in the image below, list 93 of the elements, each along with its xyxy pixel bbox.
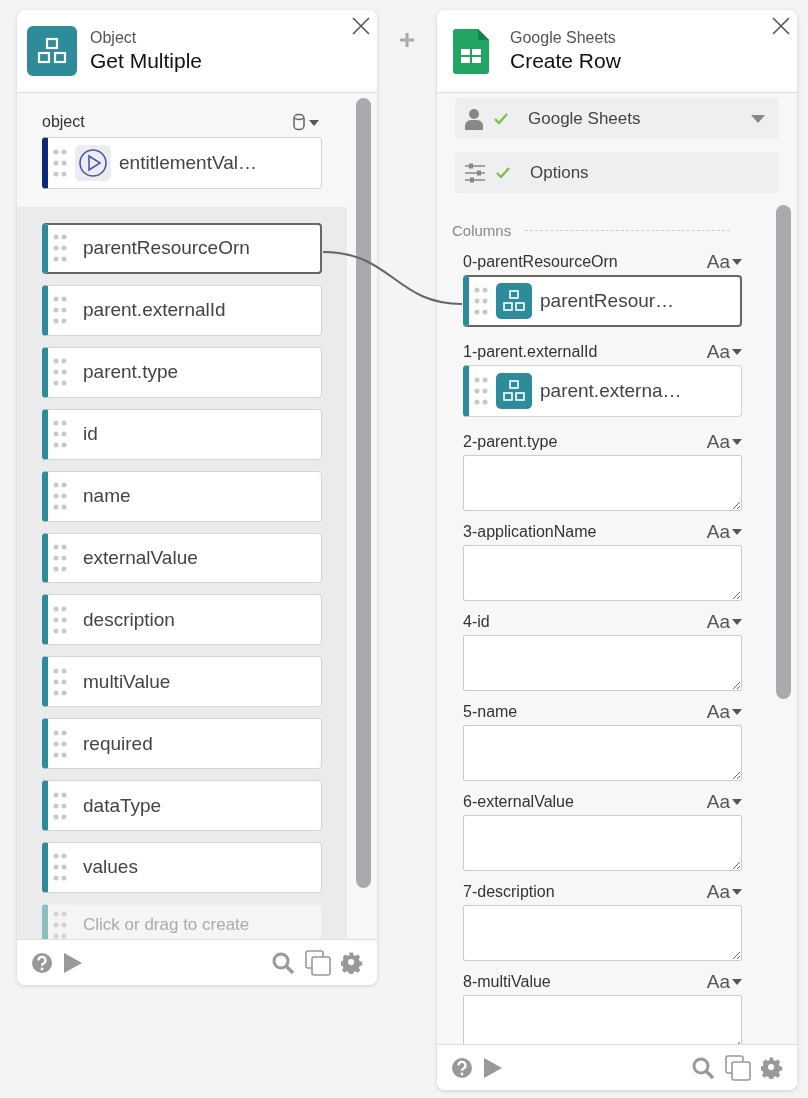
drag-handle-icon[interactable] (53, 295, 67, 326)
text-field[interactable] (463, 545, 742, 601)
output-field[interactable]: name (42, 470, 322, 522)
account-dropdown[interactable]: Google Sheets (455, 98, 779, 139)
output-field[interactable]: dataType (42, 780, 322, 831)
column-label: 2-parent.type (463, 433, 558, 451)
drag-handle-icon[interactable] (53, 357, 67, 388)
column-label: 4-id (463, 613, 490, 631)
drag-handle-icon[interactable] (53, 910, 67, 939)
database-dropdown-icon[interactable] (292, 113, 322, 131)
caret-icon (732, 799, 742, 805)
options-row[interactable]: Options (455, 152, 779, 193)
text-field[interactable] (463, 815, 742, 871)
column-label: 1-parent.externalId (463, 343, 598, 361)
text-field[interactable] (463, 995, 742, 1044)
step-title: Create Row (510, 49, 621, 73)
settings-icon[interactable] (341, 951, 363, 974)
column-label: 5-name (463, 703, 518, 721)
object-input-field[interactable]: entitlementVal… (42, 137, 322, 189)
output-field[interactable]: description (42, 594, 322, 646)
object-icon (496, 283, 532, 319)
output-field[interactable]: id (42, 408, 322, 460)
search-icon[interactable] (691, 1055, 715, 1080)
scrollbar[interactable] (356, 98, 371, 888)
help-icon[interactable] (31, 951, 53, 974)
column-label: 3-applicationName (463, 523, 597, 541)
play-icon[interactable] (483, 1056, 503, 1079)
type-dropdown[interactable]: Aa (706, 341, 742, 363)
caret-icon (732, 349, 742, 355)
caret-icon (732, 709, 742, 715)
caret-icon (732, 889, 742, 895)
text-field[interactable] (463, 725, 742, 781)
text-field[interactable] (463, 455, 742, 511)
output-field[interactable]: multiValue (42, 656, 322, 708)
step-category: Object (90, 29, 138, 47)
output-field[interactable]: parent.externalId (42, 284, 322, 336)
drag-handle-icon[interactable] (53, 481, 67, 512)
sliders-icon (464, 162, 486, 183)
type-dropdown[interactable]: Aa (706, 431, 742, 453)
text-field[interactable] (463, 635, 742, 691)
mapped-value-field[interactable]: parentResour… (463, 275, 742, 327)
drag-handle-icon[interactable] (474, 286, 488, 316)
close-icon[interactable] (352, 17, 370, 35)
search-icon[interactable] (271, 950, 295, 975)
settings-icon[interactable] (761, 1056, 783, 1079)
drag-handle-icon[interactable] (53, 148, 67, 178)
copy-icon[interactable] (305, 949, 331, 976)
drag-handle-icon[interactable] (53, 790, 67, 821)
type-dropdown[interactable]: Aa (706, 701, 742, 723)
output-field[interactable]: parentResourceOrn (42, 223, 322, 274)
mapped-value-field[interactable]: parent.externa… (463, 365, 742, 417)
scrollbar[interactable] (776, 205, 791, 699)
column-label: 0-parentResourceOrn (463, 253, 618, 271)
column-label: 7-description (463, 883, 555, 901)
caret-icon (732, 979, 742, 985)
caret-icon (732, 619, 742, 625)
text-field[interactable] (463, 905, 742, 961)
plus-icon[interactable] (399, 32, 415, 48)
field-label: object (42, 113, 85, 131)
column-label: 8-multiValue (463, 973, 551, 991)
drag-handle-icon[interactable] (53, 666, 67, 697)
caret-icon (732, 259, 742, 265)
type-dropdown[interactable]: Aa (706, 881, 742, 903)
type-dropdown[interactable]: Aa (706, 611, 742, 633)
user-icon (464, 107, 484, 130)
drag-handle-icon[interactable] (53, 728, 67, 759)
caret-icon (751, 114, 765, 123)
column-label: 6-externalValue (463, 793, 574, 811)
type-dropdown[interactable]: Aa (706, 791, 742, 813)
play-icon[interactable] (63, 951, 83, 974)
output-field[interactable]: parent.type (42, 346, 322, 398)
drag-handle-icon[interactable] (474, 376, 488, 406)
output-field[interactable]: required (42, 718, 322, 770)
close-icon[interactable] (772, 17, 790, 35)
drag-handle-icon[interactable] (53, 542, 67, 573)
copy-icon[interactable] (725, 1054, 751, 1081)
section-heading: Columns (452, 222, 512, 239)
step-title: Get Multiple (90, 49, 203, 73)
type-dropdown[interactable]: Aa (706, 971, 742, 993)
drag-handle-icon[interactable] (53, 604, 67, 635)
type-dropdown[interactable]: Aa (706, 521, 742, 543)
help-icon[interactable] (451, 1056, 473, 1079)
caret-icon (732, 529, 742, 535)
drag-handle-icon[interactable] (53, 852, 67, 883)
drag-handle-icon[interactable] (53, 233, 67, 264)
object-icon (27, 26, 77, 76)
output-field[interactable]: values (42, 841, 322, 893)
type-dropdown[interactable]: Aa (706, 251, 742, 273)
caret-icon (732, 439, 742, 445)
step-category: Google Sheets (510, 29, 617, 47)
drag-handle-icon[interactable] (53, 419, 67, 450)
output-field[interactable]: externalValue (42, 532, 322, 584)
object-icon (496, 373, 532, 409)
